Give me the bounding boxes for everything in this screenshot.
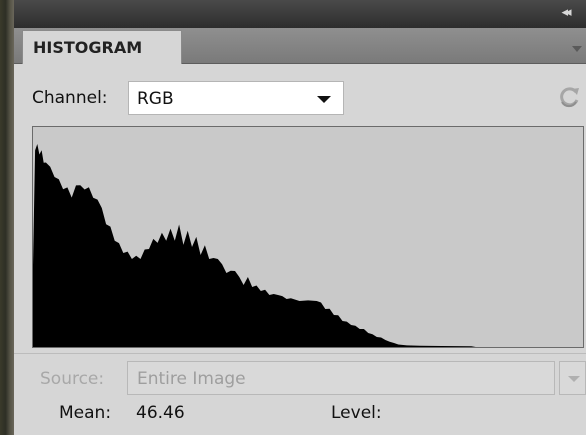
histogram-panel: ◂◂ HISTOGRAM Channel: RGB Source: Entire… (14, 0, 586, 435)
mean-value: 46.46 (136, 403, 185, 423)
chevron-down-icon (568, 376, 580, 382)
divider (14, 353, 586, 354)
channel-dropdown[interactable]: RGB (128, 81, 344, 115)
channel-label: Channel: (32, 88, 108, 108)
panel-tab-bar: HISTOGRAM (14, 28, 586, 64)
histogram-graph (32, 126, 584, 348)
refresh-icon[interactable] (556, 84, 582, 110)
collapse-panel-icon[interactable]: ◂◂ (554, 3, 576, 23)
tab-label: HISTOGRAM (33, 38, 143, 57)
source-dropdown-button (559, 361, 586, 395)
source-dropdown: Entire Image (127, 361, 555, 395)
background-edge (0, 0, 14, 435)
panel-title-bar[interactable]: ◂◂ (14, 0, 586, 29)
dropdown-arrow-icon (317, 96, 331, 103)
channel-selected-value: RGB (137, 89, 174, 109)
level-label: Level: (331, 403, 382, 423)
tab-histogram[interactable]: HISTOGRAM (22, 30, 182, 64)
histogram-curve (33, 144, 581, 347)
mean-label: Mean: (59, 403, 112, 423)
source-selected-value: Entire Image (137, 369, 246, 389)
histogram-plot (33, 144, 581, 347)
source-label: Source: (40, 369, 105, 389)
panel-menu-icon[interactable] (570, 40, 584, 52)
